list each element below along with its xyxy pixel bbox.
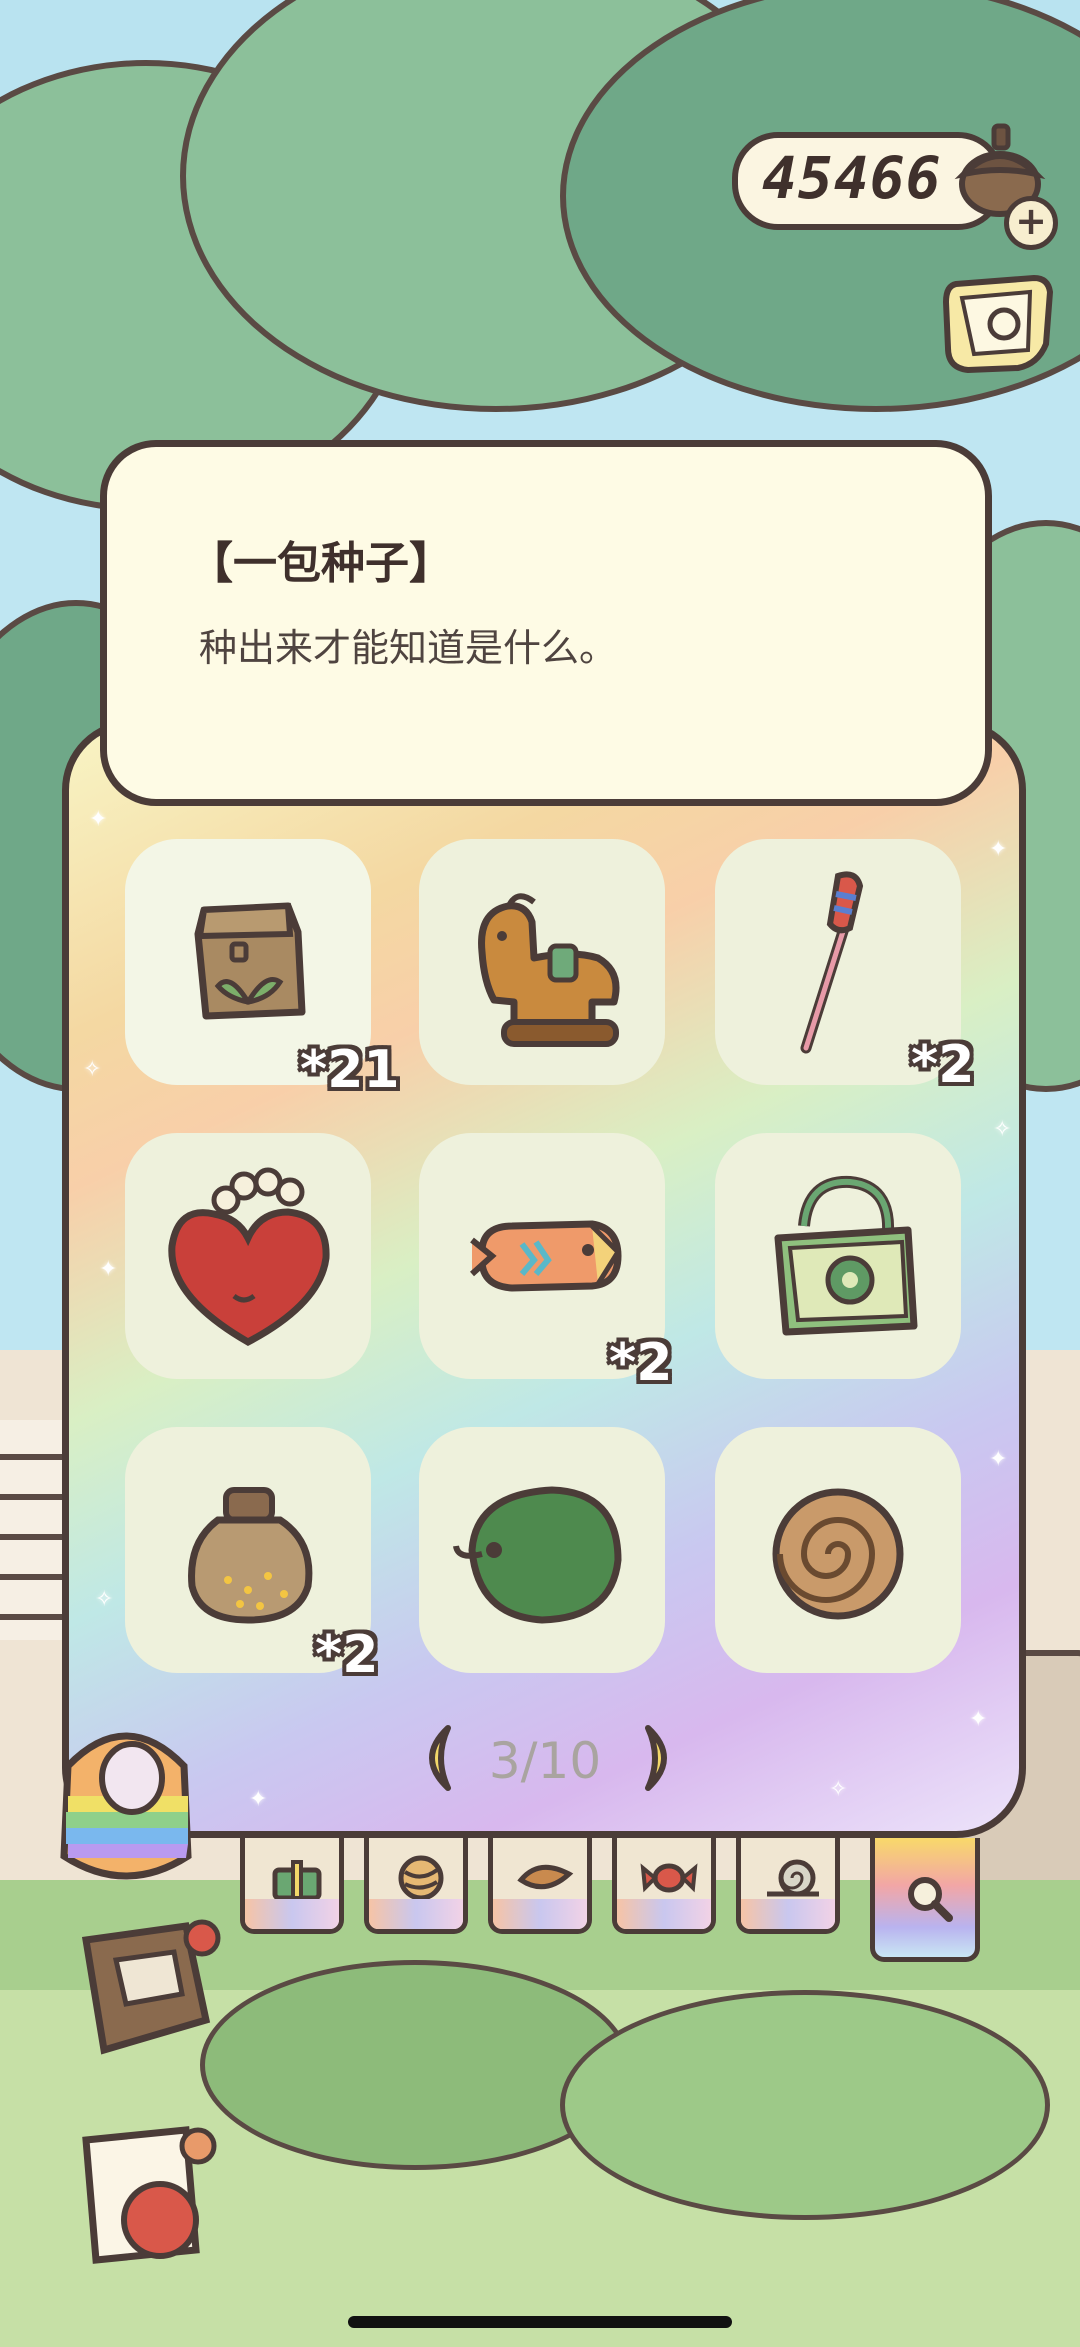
bush [560, 1990, 1050, 2220]
item-description: 种出来才能知道是什么。 [199, 626, 618, 670]
item-title: 【一包种子】 [189, 538, 453, 589]
cinnamon-roll-icon [772, 1488, 904, 1620]
chevron-right-icon[interactable] [640, 1722, 686, 1794]
cushion-icon [453, 1486, 622, 1624]
jar-icon [188, 1487, 313, 1624]
page-indicator: 3/10 [488, 1732, 602, 1790]
tab-candy[interactable] [612, 1838, 716, 1934]
item-count: *21 [300, 1040, 400, 1100]
item-slot[interactable]: *2 [715, 839, 974, 1095]
item-slot[interactable] [419, 1427, 665, 1673]
item-info-box: 【一包种子】 种出来才能知道是什么。 [100, 440, 992, 806]
home-indicator[interactable] [348, 2316, 732, 2328]
candy-icon [640, 1863, 698, 1893]
bush [200, 1960, 630, 2170]
paper-icon[interactable] [56, 2100, 236, 2280]
fish-snack-icon [469, 1220, 622, 1292]
gift-icon [272, 1860, 322, 1901]
yarn-icon [398, 1855, 444, 1901]
tab-leaf[interactable] [488, 1838, 592, 1934]
seed-packet-icon [194, 902, 306, 1020]
item-count: *2 [315, 1625, 379, 1685]
tab-search[interactable] [870, 1838, 980, 1962]
rainbow-bag-icon[interactable] [38, 1716, 214, 1892]
heart-pouch-icon [168, 1167, 330, 1346]
item-count: *2 [609, 1333, 673, 1393]
item-slot[interactable]: *2 [419, 1133, 672, 1393]
tab-gift[interactable] [240, 1838, 344, 1934]
tote-bag-icon [774, 1175, 918, 1336]
item-slot[interactable] [125, 1133, 371, 1379]
tab-yarn[interactable] [364, 1838, 468, 1934]
leaf-icon [517, 1864, 574, 1890]
item-slot[interactable] [715, 1427, 961, 1673]
snail-icon [767, 1859, 819, 1897]
ticket-icon[interactable] [938, 272, 1056, 376]
plus-icon[interactable]: + [1004, 196, 1058, 250]
item-count: *2 [911, 1035, 975, 1095]
item-slot[interactable] [419, 839, 665, 1085]
notebook-icon[interactable] [56, 1900, 236, 2080]
pager: 3/10 [410, 1718, 680, 1808]
item-slot[interactable]: *2 [125, 1427, 378, 1685]
item-slot[interactable] [715, 1133, 961, 1379]
inventory-panel: ✦ ✦ ✧ ✦ ✧ ✦ ✧ ✦ ✧ ✦ *2 *2 *2 [62, 720, 1026, 1838]
toy-horse-icon [478, 893, 620, 1047]
coin-amount: 45466 [762, 144, 942, 212]
search-icon [908, 1877, 953, 1922]
chevron-left-icon[interactable] [410, 1722, 456, 1794]
firework-stick-icon [800, 871, 864, 1054]
tab-snail[interactable] [736, 1838, 840, 1934]
